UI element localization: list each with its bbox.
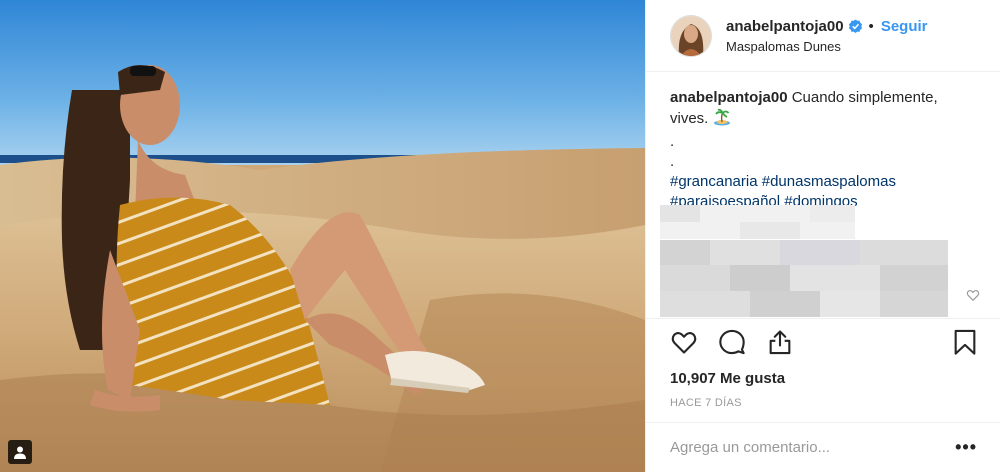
like-count[interactable]: 10,907 Me gusta xyxy=(670,370,785,387)
post-photo[interactable] xyxy=(0,0,645,472)
user-tag-button[interactable] xyxy=(8,440,32,464)
comment-input[interactable] xyxy=(670,439,956,456)
caption-username[interactable]: anabelpantoja00 xyxy=(670,89,788,106)
avatar[interactable] xyxy=(670,14,712,57)
avatar-image xyxy=(671,15,711,56)
beach-photo-illustration xyxy=(0,0,645,472)
comment-icon[interactable] xyxy=(718,328,746,361)
verified-badge-icon xyxy=(848,18,863,34)
post-timestamp[interactable]: HACE 7 DÍAS xyxy=(670,397,742,409)
header-text: anabelpantoja00 • Seguir Maspalomas Dune… xyxy=(726,18,928,54)
hashtag-link[interactable]: #grancanaria xyxy=(670,173,758,190)
post-header: anabelpantoja00 • Seguir Maspalomas Dune… xyxy=(646,0,1000,72)
share-icon[interactable] xyxy=(766,328,794,361)
post-side-panel: anabelpantoja00 • Seguir Maspalomas Dune… xyxy=(645,0,1000,472)
caption: anabelpantoja00 Cuando simplemente, vive… xyxy=(646,72,1000,212)
caption-dot-1: . xyxy=(670,133,675,150)
comment-box: ••• xyxy=(646,422,1000,472)
action-bar xyxy=(646,318,1000,368)
header-separator: • xyxy=(868,17,874,35)
follow-button[interactable]: Seguir xyxy=(881,18,928,35)
desert-island-emoji xyxy=(713,108,731,132)
caption-dot-2: . xyxy=(670,153,675,170)
small-heart-icon[interactable] xyxy=(966,288,980,307)
hashtag-link[interactable]: #dunasmaspalomas xyxy=(762,173,896,190)
blurred-comment-area xyxy=(660,240,948,317)
header-row: anabelpantoja00 • Seguir xyxy=(726,18,928,35)
header-username[interactable]: anabelpantoja00 xyxy=(726,18,844,35)
heart-icon[interactable] xyxy=(670,328,698,361)
bookmark-icon[interactable] xyxy=(951,328,979,361)
location-link[interactable]: Maspalomas Dunes xyxy=(726,39,928,54)
caption-line: anabelpantoja00 Cuando simplemente, vive… xyxy=(670,88,976,132)
more-options-button[interactable]: ••• xyxy=(955,437,977,458)
blurred-comment-area xyxy=(660,205,855,239)
instagram-post: anabelpantoja00 • Seguir Maspalomas Dune… xyxy=(0,0,1000,472)
user-tag-icon xyxy=(14,446,26,459)
